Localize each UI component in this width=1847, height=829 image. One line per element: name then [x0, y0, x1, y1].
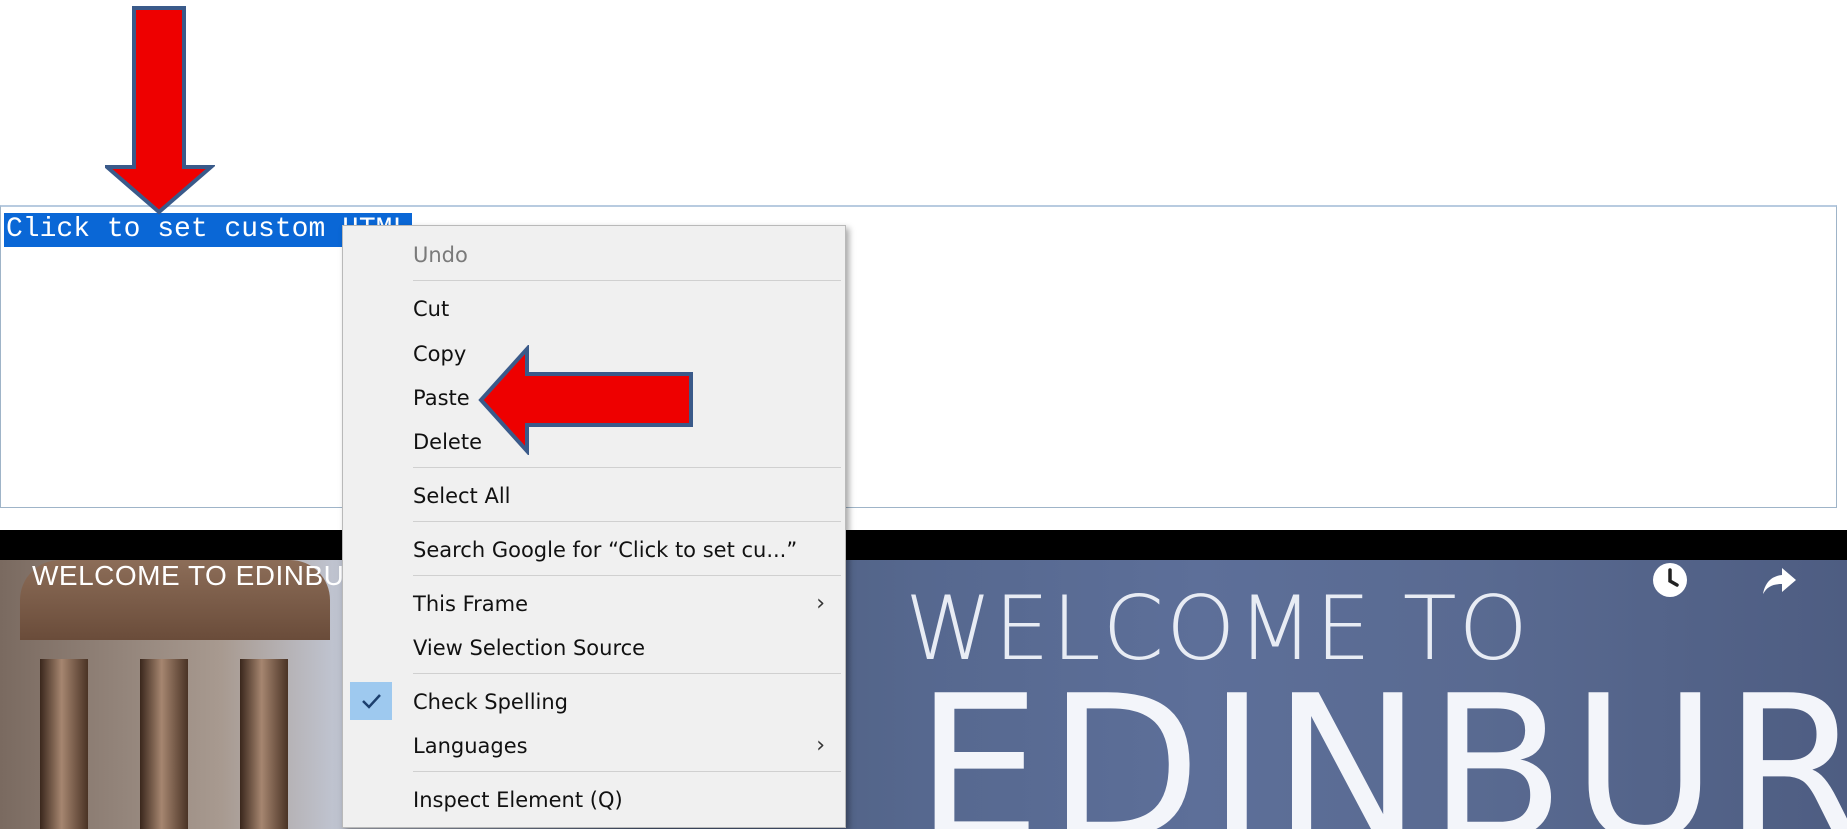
menu-item-languages[interactable]: Languages [413, 728, 528, 764]
share-icon[interactable] [1760, 560, 1800, 600]
video-overlay-city: EDINBURGH [915, 653, 1847, 829]
menu-separator [413, 521, 841, 522]
menu-item-view-selection-source[interactable]: View Selection Source [413, 630, 645, 666]
menu-separator [413, 771, 841, 772]
down-arrow-annotation-icon [105, 6, 215, 215]
menu-item-copy[interactable]: Copy [413, 336, 466, 372]
menu-separator [413, 467, 841, 468]
menu-separator [413, 673, 841, 674]
menu-item-delete[interactable]: Delete [413, 424, 482, 460]
video-player[interactable]: WELCOME TO EDINBURGH WELCOME TO EDINBURG… [0, 530, 1847, 829]
submenu-arrow-icon: › [816, 591, 825, 616]
menu-item-this-frame[interactable]: This Frame [413, 586, 528, 622]
menu-item-search-google[interactable]: Search Google for “Click to set cu...” [413, 532, 797, 568]
checkmark-icon [350, 682, 392, 720]
menu-separator [413, 280, 841, 281]
menu-item-inspect-element[interactable]: Inspect Element (Q) [413, 782, 623, 818]
context-menu: Undo Cut Copy Paste Delete Select All Se… [342, 225, 846, 828]
menu-item-undo[interactable]: Undo [413, 237, 468, 273]
menu-item-check-spelling[interactable]: Check Spelling [413, 684, 568, 720]
menu-item-paste[interactable]: Paste [413, 380, 470, 416]
menu-separator [413, 575, 841, 576]
custom-html-editor[interactable]: Click to set custom HTML [0, 205, 1837, 508]
clock-icon[interactable] [1650, 560, 1690, 600]
left-arrow-annotation-icon [478, 345, 693, 455]
menu-item-cut[interactable]: Cut [413, 291, 449, 327]
menu-item-select-all[interactable]: Select All [413, 478, 511, 514]
submenu-arrow-icon: › [816, 733, 825, 758]
